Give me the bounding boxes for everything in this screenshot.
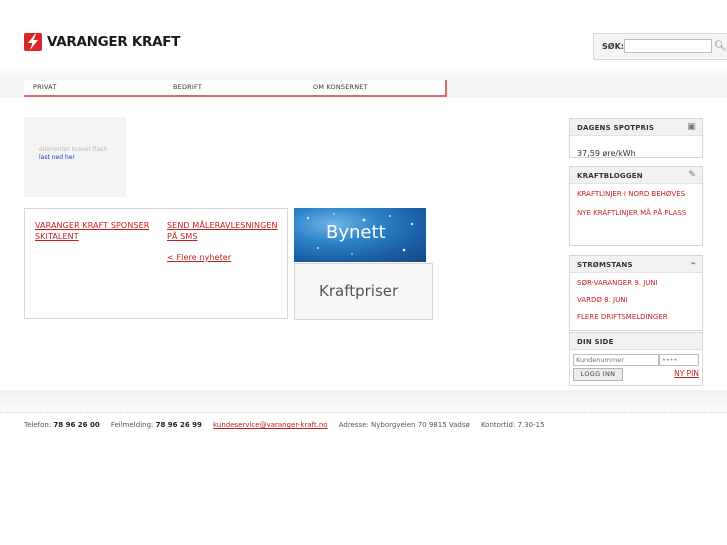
tab-bedrift[interactable]: BEDRIFT (164, 80, 307, 97)
footer-fault: 78 96 26 99 (155, 421, 202, 429)
spotpris-panel: DAGENS SPOTPRIS ▣ 37,59 øre/kWh (569, 118, 703, 158)
tab-om-konsernet[interactable]: OM KONSERNET (304, 80, 447, 97)
flash-download-link[interactable]: last ned her (39, 154, 75, 161)
login-button[interactable]: LOGG INN (573, 368, 623, 381)
kraftbloggen-title: KRAFTBLOGGEN (577, 172, 643, 180)
news-box: VARANGER KRAFT SPONSER SKITALENT SEND MÅ… (24, 208, 288, 319)
footer-fault-label: Feilmelding: (110, 421, 154, 429)
blog-item-nord[interactable]: KRAFTLINJER I NORD BEHØVES (577, 189, 695, 199)
more-outages-link[interactable]: FLERE DRIFTSMELDINGER (577, 312, 695, 322)
brand-logo[interactable]: VARANGER KRAFT (24, 32, 180, 52)
footer-address: Adresse: Nyborgveien 70 9815 Vadsø (338, 421, 470, 429)
blog-pen-icon: ✎ (688, 170, 696, 180)
plug-icon: ⌁ (690, 259, 696, 269)
search-box: SØK: 🔍︎ (593, 33, 727, 60)
spotpris-value: 37,59 øre/kWh (577, 149, 636, 158)
stromstans-panel: STRØMSTANS ⌁ SØR-VARANGER 9. JUNI VARDØ … (569, 255, 703, 331)
more-news-link[interactable]: < Flere nyheter (167, 252, 231, 263)
outage-sor-varanger[interactable]: SØR-VARANGER 9. JUNI (577, 278, 695, 288)
brand-name: VARANGER KRAFT (47, 34, 181, 50)
footer-hours: Kontortid: 7.30-15 (480, 421, 545, 429)
news-item-sms[interactable]: SEND MÅLERAVLESNINGEN PÅ SMS (167, 220, 283, 242)
tab-privat[interactable]: PRIVAT (24, 80, 167, 97)
kraftbloggen-panel: KRAFTBLOGGEN ✎ KRAFTLINJER I NORD BEHØVE… (569, 166, 703, 246)
footer-tel-label: Telefon: (24, 421, 52, 429)
pin-input[interactable] (659, 354, 699, 366)
search-input[interactable] (624, 39, 712, 53)
footer-band (0, 390, 727, 413)
bynett-banner[interactable]: Bynett (294, 208, 426, 262)
news-item-skitalent[interactable]: VARANGER KRAFT SPONSER SKITALENT (35, 220, 157, 242)
search-icon[interactable]: 🔍︎ (714, 41, 727, 52)
footer-tel: 78 96 26 00 (53, 421, 100, 429)
kraftpriser-banner[interactable]: Kraftpriser (294, 263, 433, 320)
flash-notice: elementet krever flash (39, 146, 108, 153)
outage-vardo[interactable]: VARDØ 8. JUNI (577, 295, 695, 305)
dinside-panel: DIN SIDE LOGG INN NY PIN (569, 332, 703, 386)
spotpris-title: DAGENS SPOTPRIS (577, 124, 655, 132)
blog-item-plass[interactable]: NYE KRAFTLINJER MÅ PÅ PLASS (577, 208, 695, 218)
search-label: SØK: (602, 42, 624, 51)
meter-icon: ▣ (687, 122, 696, 132)
kraftpriser-label: Kraftpriser (319, 282, 399, 300)
lightning-icon (24, 33, 42, 51)
bynett-label: Bynett (326, 222, 386, 243)
stromstans-title: STRØMSTANS (577, 261, 633, 269)
dinside-title: DIN SIDE (577, 338, 614, 346)
customer-number-input[interactable] (573, 354, 659, 366)
new-pin-link[interactable]: NY PIN (674, 369, 699, 378)
footer-info: Telefon: 78 96 26 00 Feilmelding: 78 96 … (24, 421, 545, 429)
footer-email-link[interactable]: kundeservice@varanger-kraft.no (213, 421, 328, 429)
flash-placeholder: elementet krever flash last ned her (24, 117, 126, 197)
